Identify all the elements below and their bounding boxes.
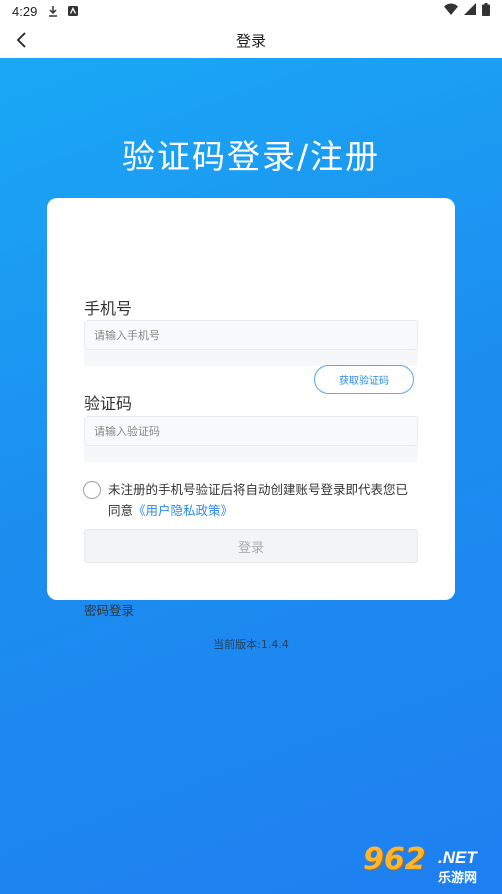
privacy-policy-link[interactable]: 《用户隐私政策》 — [133, 503, 233, 518]
watermark-number: 962 — [363, 842, 426, 877]
site-watermark-logo: 962 .NET 乐游网 — [363, 840, 498, 888]
notification-icon — [67, 5, 79, 17]
back-arrow-icon[interactable] — [10, 28, 34, 52]
hero-title: 验证码登录/注册 — [121, 137, 381, 176]
agreement-text: 未注册的手机号验证后将自动创建账号登录即代表您已同意《用户隐私政策》 — [108, 479, 418, 521]
version-text: 当前版本:1.4.4 — [213, 638, 289, 651]
wifi-icon — [444, 3, 458, 19]
hero-background: 验证码登录/注册 手机号 验证码 获取验证码 未注册的手机号验证后将自动创建账号… — [0, 58, 502, 894]
code-input[interactable] — [84, 416, 418, 446]
battery-icon — [482, 2, 490, 20]
password-login-link[interactable]: 密码登录 — [84, 600, 134, 619]
phone-input[interactable] — [84, 320, 418, 350]
code-label: 验证码 — [84, 394, 133, 413]
login-card: 手机号 验证码 获取验证码 未注册的手机号验证后将自动创建账号登录即代表您已同意… — [47, 198, 455, 618]
page-title: 登录 — [235, 31, 266, 50]
status-bar: 4:29 — [0, 0, 502, 22]
download-icon — [47, 5, 59, 17]
login-button[interactable]: 登录 — [84, 529, 418, 563]
status-time: 4:29 — [12, 3, 38, 19]
phone-label: 手机号 — [84, 299, 133, 318]
agreement-checkbox[interactable] — [83, 481, 101, 499]
watermark-domain: .NET — [438, 848, 477, 867]
code-field-container — [84, 416, 418, 462]
title-bar: 登录 — [0, 22, 502, 58]
get-code-button[interactable]: 获取验证码 — [314, 365, 414, 394]
signal-icon — [464, 3, 476, 19]
phone-field-container — [84, 320, 418, 366]
watermark-name: 乐游网 — [438, 871, 478, 886]
